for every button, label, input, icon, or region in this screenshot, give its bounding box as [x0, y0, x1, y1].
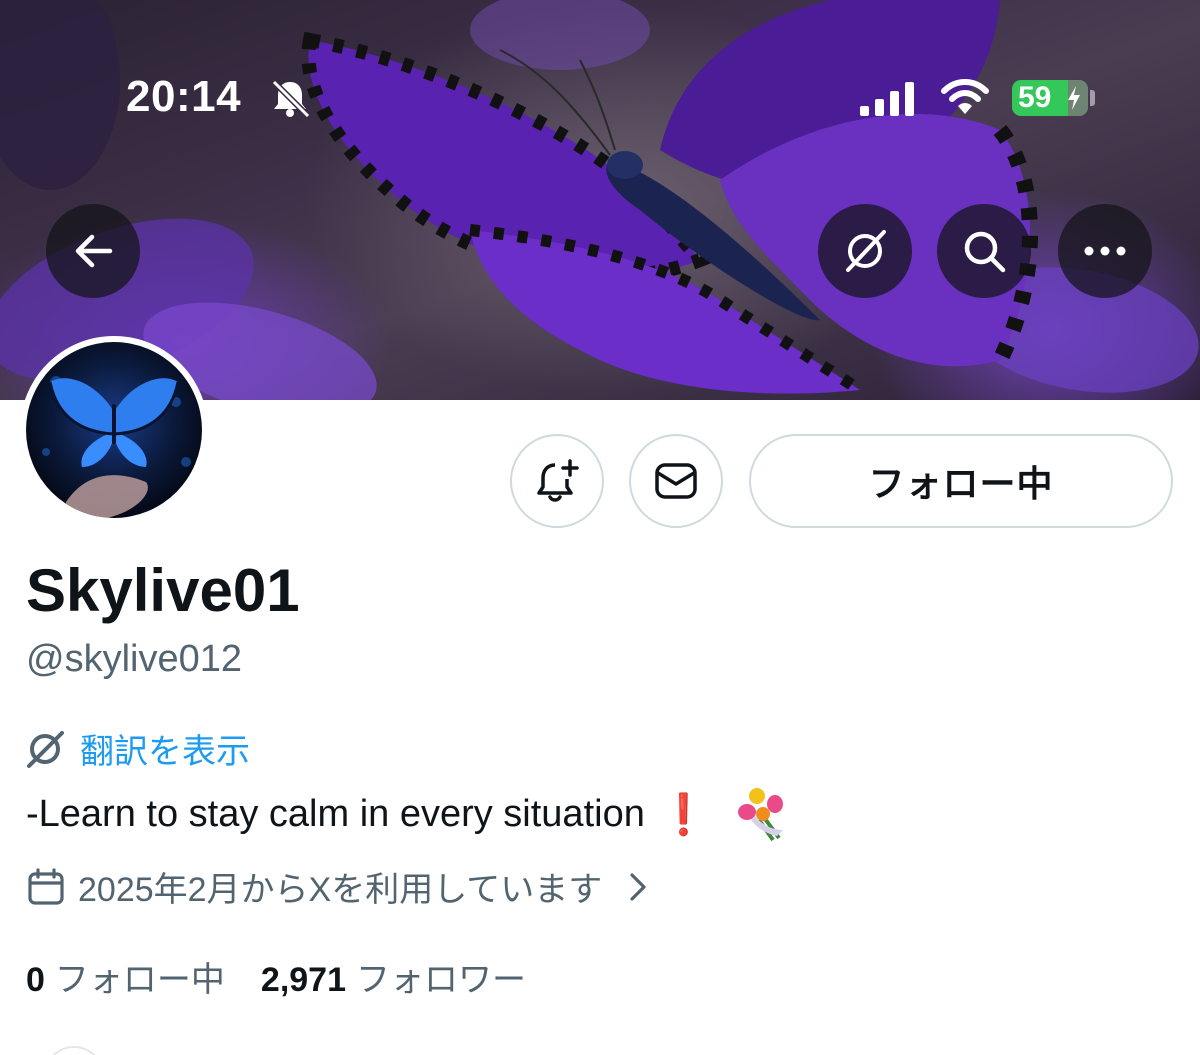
mute-bell-icon	[271, 79, 311, 118]
avatar-butterfly-image	[42, 376, 191, 518]
battery-indicator: 59	[1012, 80, 1088, 116]
more-icon	[1084, 246, 1126, 256]
following-button[interactable]: フォロー中	[749, 434, 1173, 528]
profile-avatar[interactable]	[20, 336, 208, 524]
search-button[interactable]	[937, 204, 1031, 298]
calendar-icon	[28, 867, 64, 905]
message-icon	[655, 463, 697, 499]
status-time: 20:14	[126, 72, 242, 121]
bouquet-emoji-icon	[737, 788, 783, 842]
bio-text: -Learn to stay calm in every situation	[26, 792, 645, 835]
user-handle: @skylive012	[26, 638, 242, 680]
message-button[interactable]	[629, 434, 723, 528]
battery-charging-icon	[1068, 86, 1080, 110]
translate-icon	[846, 230, 886, 272]
back-arrow-icon	[75, 234, 113, 268]
chevron-right-icon	[630, 872, 646, 901]
back-button[interactable]	[46, 204, 140, 298]
translate-icon	[27, 730, 64, 768]
profile-bio: -Learn to stay calm in every situation ❗	[26, 786, 789, 842]
followers-count[interactable]: 2,971	[261, 961, 346, 1000]
bio-exclamation-emoji: ❗	[658, 792, 709, 837]
battery-level: 59	[1018, 81, 1052, 114]
signal-icon	[860, 82, 914, 116]
battery-cap	[1090, 90, 1095, 106]
translate-bio-link[interactable]: 翻訳を表示	[24, 724, 250, 773]
followed-by-avatar	[44, 1046, 104, 1055]
follow-stats: 0 フォロー中 2,971 フォロワー	[26, 952, 526, 1001]
following-label[interactable]: フォロー中	[55, 952, 225, 1001]
following-count[interactable]: 0	[26, 961, 45, 1000]
more-options-button[interactable]	[1058, 204, 1152, 298]
translate-button[interactable]	[818, 204, 912, 298]
profile-banner[interactable]	[0, 0, 1200, 400]
join-date-text: 2025年2月からXを利用しています	[78, 871, 603, 909]
search-icon	[964, 231, 1006, 273]
translate-link-label: 翻訳を表示	[80, 733, 250, 771]
wifi-icon	[941, 79, 989, 114]
butterfly-banner-image	[0, 0, 1199, 400]
notification-add-icon	[537, 459, 579, 502]
join-date[interactable]: 2025年2月からXを利用しています	[26, 862, 650, 911]
followers-label[interactable]: フォロワー	[356, 952, 526, 1001]
notification-button[interactable]	[510, 434, 604, 528]
display-name: Skylive01	[26, 557, 300, 624]
